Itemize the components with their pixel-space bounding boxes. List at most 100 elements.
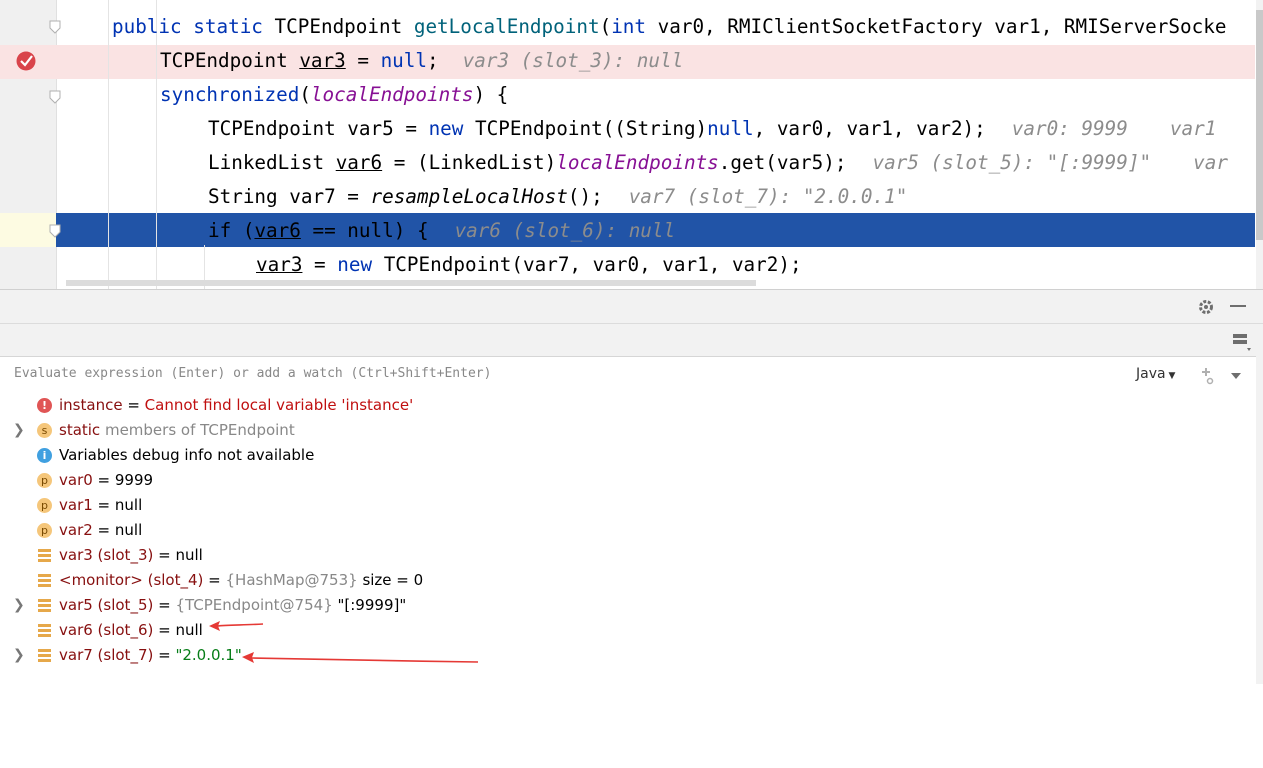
variable-value: null	[114, 496, 143, 514]
evaluate-expression-bar[interactable]: Evaluate expression (Enter) or add a wat…	[0, 356, 1256, 394]
code-text: TCPEndpoint var5 =	[208, 117, 429, 140]
code-text: TCPEndpoint(var7, var0, var1, var2);	[372, 253, 802, 276]
current-line-gutter	[0, 213, 56, 247]
local-variable-icon	[37, 573, 52, 588]
code-text: .get(var5);	[718, 151, 847, 174]
code-text: =	[345, 49, 381, 72]
variable: var3	[299, 49, 346, 72]
local-variable-icon	[37, 623, 52, 638]
equals-sign: =	[92, 496, 115, 514]
inline-debug-hint: var1	[1169, 117, 1217, 140]
chevron-right-icon[interactable]: ❯	[13, 643, 25, 668]
info-row: i Variables debug info not available	[0, 443, 1256, 468]
code-line-3[interactable]: synchronized(localEndpoints) {	[160, 84, 508, 106]
panel-scrollbar[interactable]	[1256, 356, 1263, 684]
fold-marker-icon[interactable]	[49, 90, 61, 104]
equals-sign: =	[122, 396, 145, 414]
variable-value: "2.0.0.1"	[175, 646, 242, 664]
code-line-1[interactable]: public static TCPEndpoint getLocalEndpoi…	[112, 16, 1226, 38]
minimize-icon[interactable]	[1230, 305, 1246, 307]
chevron-down-icon: ▼	[1165, 371, 1176, 381]
method-call: resampleLocalHost	[370, 185, 568, 208]
variable-value: null	[175, 621, 203, 639]
scrollbar-thumb[interactable]	[1256, 10, 1263, 240]
variable-name: var2	[59, 521, 93, 539]
code-line-8[interactable]: var3 = new TCPEndpoint(var7, var0, var1,…	[256, 254, 802, 276]
code-text: TCPEndpoint	[160, 49, 300, 72]
equals-sign: =	[153, 546, 176, 564]
annotation-arrow-icon	[209, 621, 264, 631]
object-reference: {HashMap@753}	[225, 571, 358, 589]
variable-row-var5[interactable]: ❯ var5 (slot_5) = {TCPEndpoint@754} "[:9…	[0, 593, 1256, 618]
evaluate-expression-input[interactable]: Evaluate expression (Enter) or add a wat…	[14, 366, 491, 381]
variable-row-static[interactable]: ❯ s static members of TCPEndpoint	[0, 418, 1256, 443]
fold-marker-icon[interactable]	[49, 224, 61, 238]
equals-sign: =	[153, 646, 176, 664]
variable-row-var2[interactable]: p var2 = null	[0, 518, 1256, 543]
add-watch-icon[interactable]	[1198, 367, 1216, 385]
language-selector[interactable]: Java ▼	[1136, 366, 1175, 382]
variable-value: null	[175, 546, 203, 564]
code-editor[interactable]: public static TCPEndpoint getLocalEndpoi…	[0, 0, 1263, 289]
chevron-down-icon[interactable]	[1230, 371, 1242, 381]
inline-debug-hint: var0: 9999	[1011, 117, 1128, 140]
keyword: new	[337, 253, 373, 276]
variable-value: size = 0	[357, 571, 424, 589]
object-reference: {TCPEndpoint@754}	[175, 596, 333, 614]
inline-debug-hint: var	[1193, 151, 1228, 174]
variable-name: <monitor> (slot_4)	[59, 571, 204, 589]
code-text: LinkedList	[208, 151, 336, 174]
layout-icon[interactable]	[1232, 332, 1252, 352]
code-text: , var0, var1, var2);	[753, 117, 986, 140]
variable-row-var3[interactable]: var3 (slot_3) = null	[0, 543, 1256, 568]
code-text: = (LinkedList)	[382, 151, 557, 174]
code-text: if (	[208, 219, 255, 242]
variable-name: var0	[59, 471, 93, 489]
code-line-7[interactable]: if (var6 == null) {var6 (slot_6): null	[208, 220, 675, 242]
keyword: null	[707, 117, 754, 140]
code-line-6[interactable]: String var7 = resampleLocalHost(); var7 (…	[208, 186, 907, 208]
equals-sign: =	[92, 521, 115, 539]
code-line-4[interactable]: TCPEndpoint var5 = new TCPEndpoint((Stri…	[208, 118, 1216, 140]
variable-name: var7 (slot_7)	[59, 646, 154, 664]
parameter-icon: p	[37, 523, 52, 538]
variable-row-instance[interactable]: ! instance = Cannot find local variable …	[0, 393, 1256, 418]
variable-name: static	[59, 421, 101, 439]
variable: var6	[335, 151, 383, 174]
keyword: synchronized	[160, 83, 300, 106]
variable-row-var0[interactable]: p var0 = 9999	[0, 468, 1256, 493]
horizontal-scrollbar[interactable]	[66, 280, 756, 286]
chevron-right-icon[interactable]: ❯	[13, 593, 25, 618]
keyword: null	[380, 49, 428, 72]
variable-row-var7[interactable]: ❯ var7 (slot_7) = "2.0.0.1"	[0, 643, 1256, 668]
variable-value: null	[114, 521, 143, 539]
code-line-2[interactable]: TCPEndpoint var3 = null; var3 (slot_3): n…	[160, 50, 683, 72]
code-text: (	[599, 15, 612, 38]
variable-row-var6[interactable]: var6 (slot_6) = null	[0, 618, 1256, 643]
vertical-scrollbar[interactable]	[1256, 0, 1263, 289]
local-variable-icon	[37, 548, 52, 563]
variable-row-var1[interactable]: p var1 = null	[0, 493, 1256, 518]
variable-value: 9999	[114, 471, 154, 489]
equals-sign: =	[153, 621, 176, 639]
gear-icon[interactable]	[1197, 298, 1215, 316]
info-message: Variables debug info not available	[59, 446, 315, 464]
variable-row-monitor[interactable]: <monitor> (slot_4) = {HashMap@753} size …	[0, 568, 1256, 593]
variable: var3	[256, 253, 303, 276]
chevron-right-icon[interactable]: ❯	[13, 418, 25, 443]
error-icon: !	[37, 398, 52, 413]
code-line-5[interactable]: LinkedList var6 = (LinkedList)localEndpo…	[208, 152, 1228, 174]
fold-marker-icon[interactable]	[49, 20, 61, 34]
breakpoint-icon[interactable]	[15, 50, 37, 72]
variable-name: var1	[59, 496, 93, 514]
code-text: =	[302, 253, 338, 276]
parameter-icon: p	[37, 473, 52, 488]
equals-sign: =	[203, 571, 226, 589]
variable-name: var6 (slot_6)	[59, 621, 154, 639]
code-text: TCPEndpoint	[262, 15, 414, 38]
variables-tree[interactable]: ! instance = Cannot find local variable …	[0, 393, 1256, 684]
code-text: == null) {	[300, 219, 429, 242]
variables-toolbar	[0, 323, 1263, 356]
variable-value: Cannot find local variable 'instance'	[144, 396, 414, 414]
code-text: ;	[427, 49, 439, 72]
